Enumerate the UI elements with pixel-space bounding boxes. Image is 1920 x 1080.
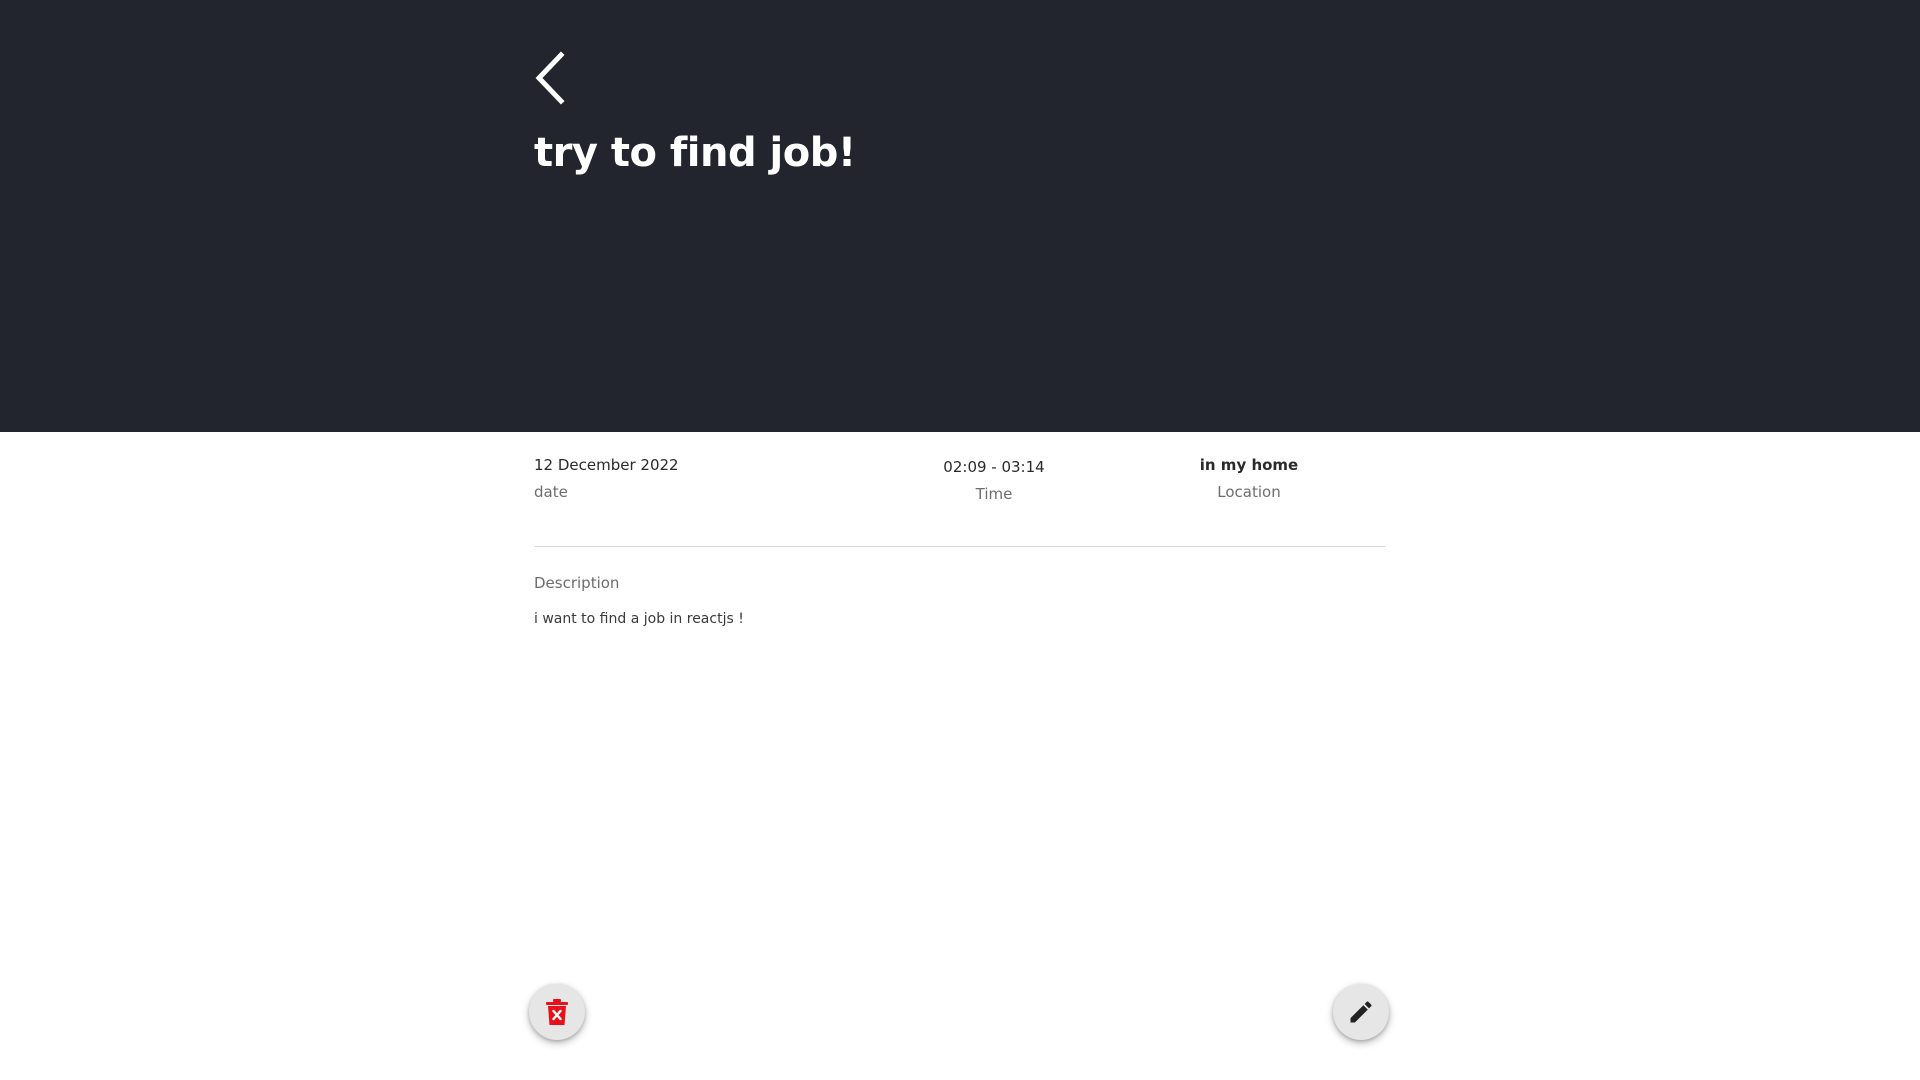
location-value: in my home [1199,456,1299,474]
header: try to find job! [0,0,1920,432]
description-label: Description [534,574,620,592]
description-text: i want to find a job in reactjs ! [534,611,744,627]
date-info: 12 December 2022 date [534,456,679,501]
date-value: 12 December 2022 [534,456,679,474]
date-label: date [534,483,568,501]
location-info: in my home Location [1174,456,1324,501]
back-button[interactable] [528,48,572,108]
time-label: Time [975,485,1013,503]
edit-button[interactable] [1333,984,1389,1040]
chevron-left-icon [535,51,565,105]
pencil-icon [1350,1001,1372,1023]
page-title: try to find job! [534,130,856,176]
divider [534,546,1386,547]
time-value: 02:09 - 03:14 [943,458,1045,476]
delete-button[interactable] [529,984,585,1040]
location-label: Location [1217,483,1281,501]
trash-icon [546,999,568,1025]
time-info: 02:09 - 03:14 Time [899,458,1089,503]
